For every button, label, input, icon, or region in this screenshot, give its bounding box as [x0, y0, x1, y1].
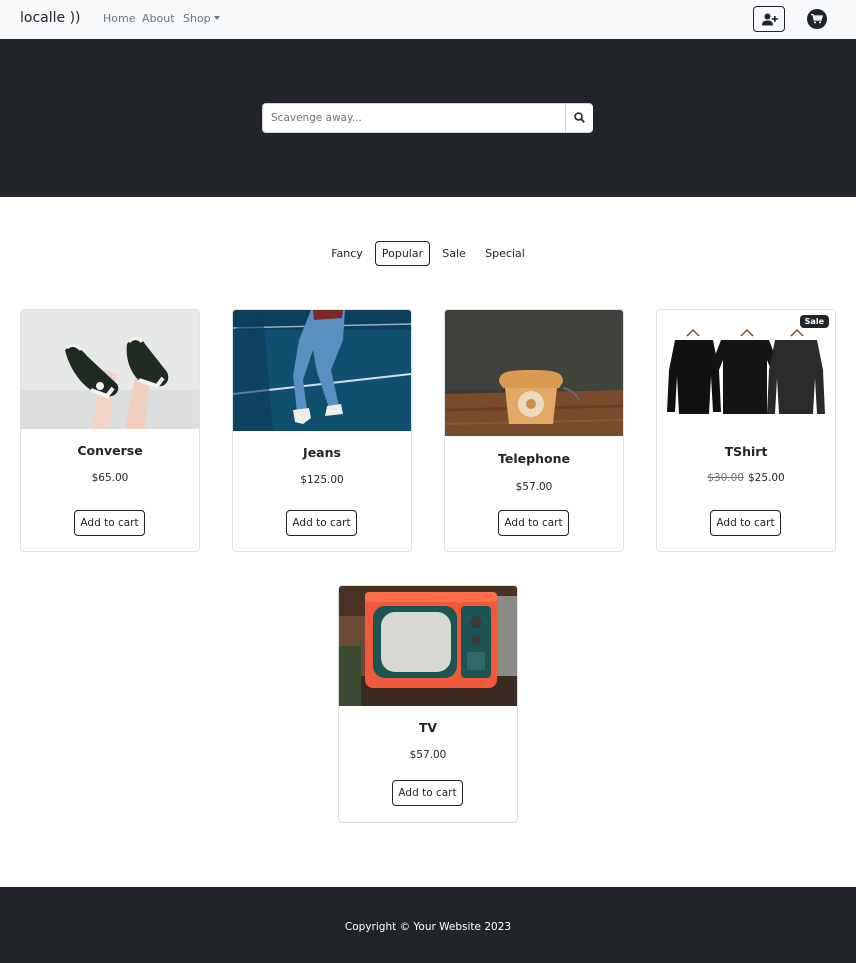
add-to-cart-button[interactable]: Add to cart [498, 510, 569, 536]
brand-logo[interactable]: localle )) [20, 10, 81, 26]
product-title: Converse [77, 443, 143, 458]
product-title: TV [418, 720, 438, 735]
nav-shop-label: Shop [183, 12, 211, 25]
tab-popular[interactable]: Popular [375, 241, 430, 266]
search-button[interactable] [565, 104, 593, 132]
tab-special[interactable]: Special [481, 241, 529, 266]
add-to-cart-button[interactable]: Add to cart [74, 510, 145, 536]
tab-sale[interactable]: Sale [437, 241, 471, 266]
cart-icon [811, 14, 823, 24]
copyright-text: Copyright © Your Website 2023 [344, 921, 512, 933]
product-image[interactable] [21, 310, 199, 429]
add-to-cart-button[interactable]: Add to cart [286, 510, 357, 536]
sale-badge: Sale [799, 315, 829, 328]
product-title: Jeans [303, 445, 341, 460]
product-price-group: $30.00 $25.00 [657, 472, 835, 484]
product-card: Telephone $57.00 Add to cart [444, 309, 624, 552]
tab-fancy[interactable]: Fancy [326, 241, 368, 266]
product-title: TShirt [724, 444, 768, 459]
product-price: $25.00 [748, 472, 785, 484]
product-price: $65.00 [91, 472, 129, 484]
add-to-cart-button[interactable]: Add to cart [392, 780, 463, 806]
product-price: $125.00 [300, 474, 344, 486]
hero-banner [0, 39, 856, 197]
product-image[interactable] [339, 586, 517, 706]
nav-home-link[interactable]: Home [103, 12, 135, 25]
nav-about-link[interactable]: About [142, 12, 175, 25]
user-plus-icon [762, 13, 778, 26]
product-image[interactable] [657, 310, 835, 430]
product-title: Telephone [498, 451, 570, 466]
navbar: localle )) Home About Shop [0, 0, 856, 39]
product-card: Jeans $125.00 Add to cart [232, 309, 412, 552]
product-image[interactable] [233, 310, 411, 431]
search-input[interactable] [263, 104, 565, 132]
caret-down-icon [213, 16, 220, 20]
search-icon [574, 112, 585, 123]
add-user-button[interactable] [753, 6, 785, 32]
search-bar [262, 103, 593, 133]
product-old-price: $30.00 [707, 472, 744, 484]
product-price: $57.00 [409, 749, 447, 761]
add-to-cart-button[interactable]: Add to cart [710, 510, 781, 536]
product-image[interactable] [445, 310, 623, 436]
product-price: $57.00 [515, 481, 553, 493]
cart-button[interactable] [807, 9, 827, 29]
product-card: TV $57.00 Add to cart [338, 585, 518, 823]
product-card: Sale TShirt $30.00 $25.00 Add to cart [656, 309, 836, 552]
nav-shop-dropdown[interactable]: Shop [183, 12, 220, 25]
product-card: Converse $65.00 Add to cart [20, 309, 200, 552]
footer: Copyright © Your Website 2023 [0, 887, 856, 963]
